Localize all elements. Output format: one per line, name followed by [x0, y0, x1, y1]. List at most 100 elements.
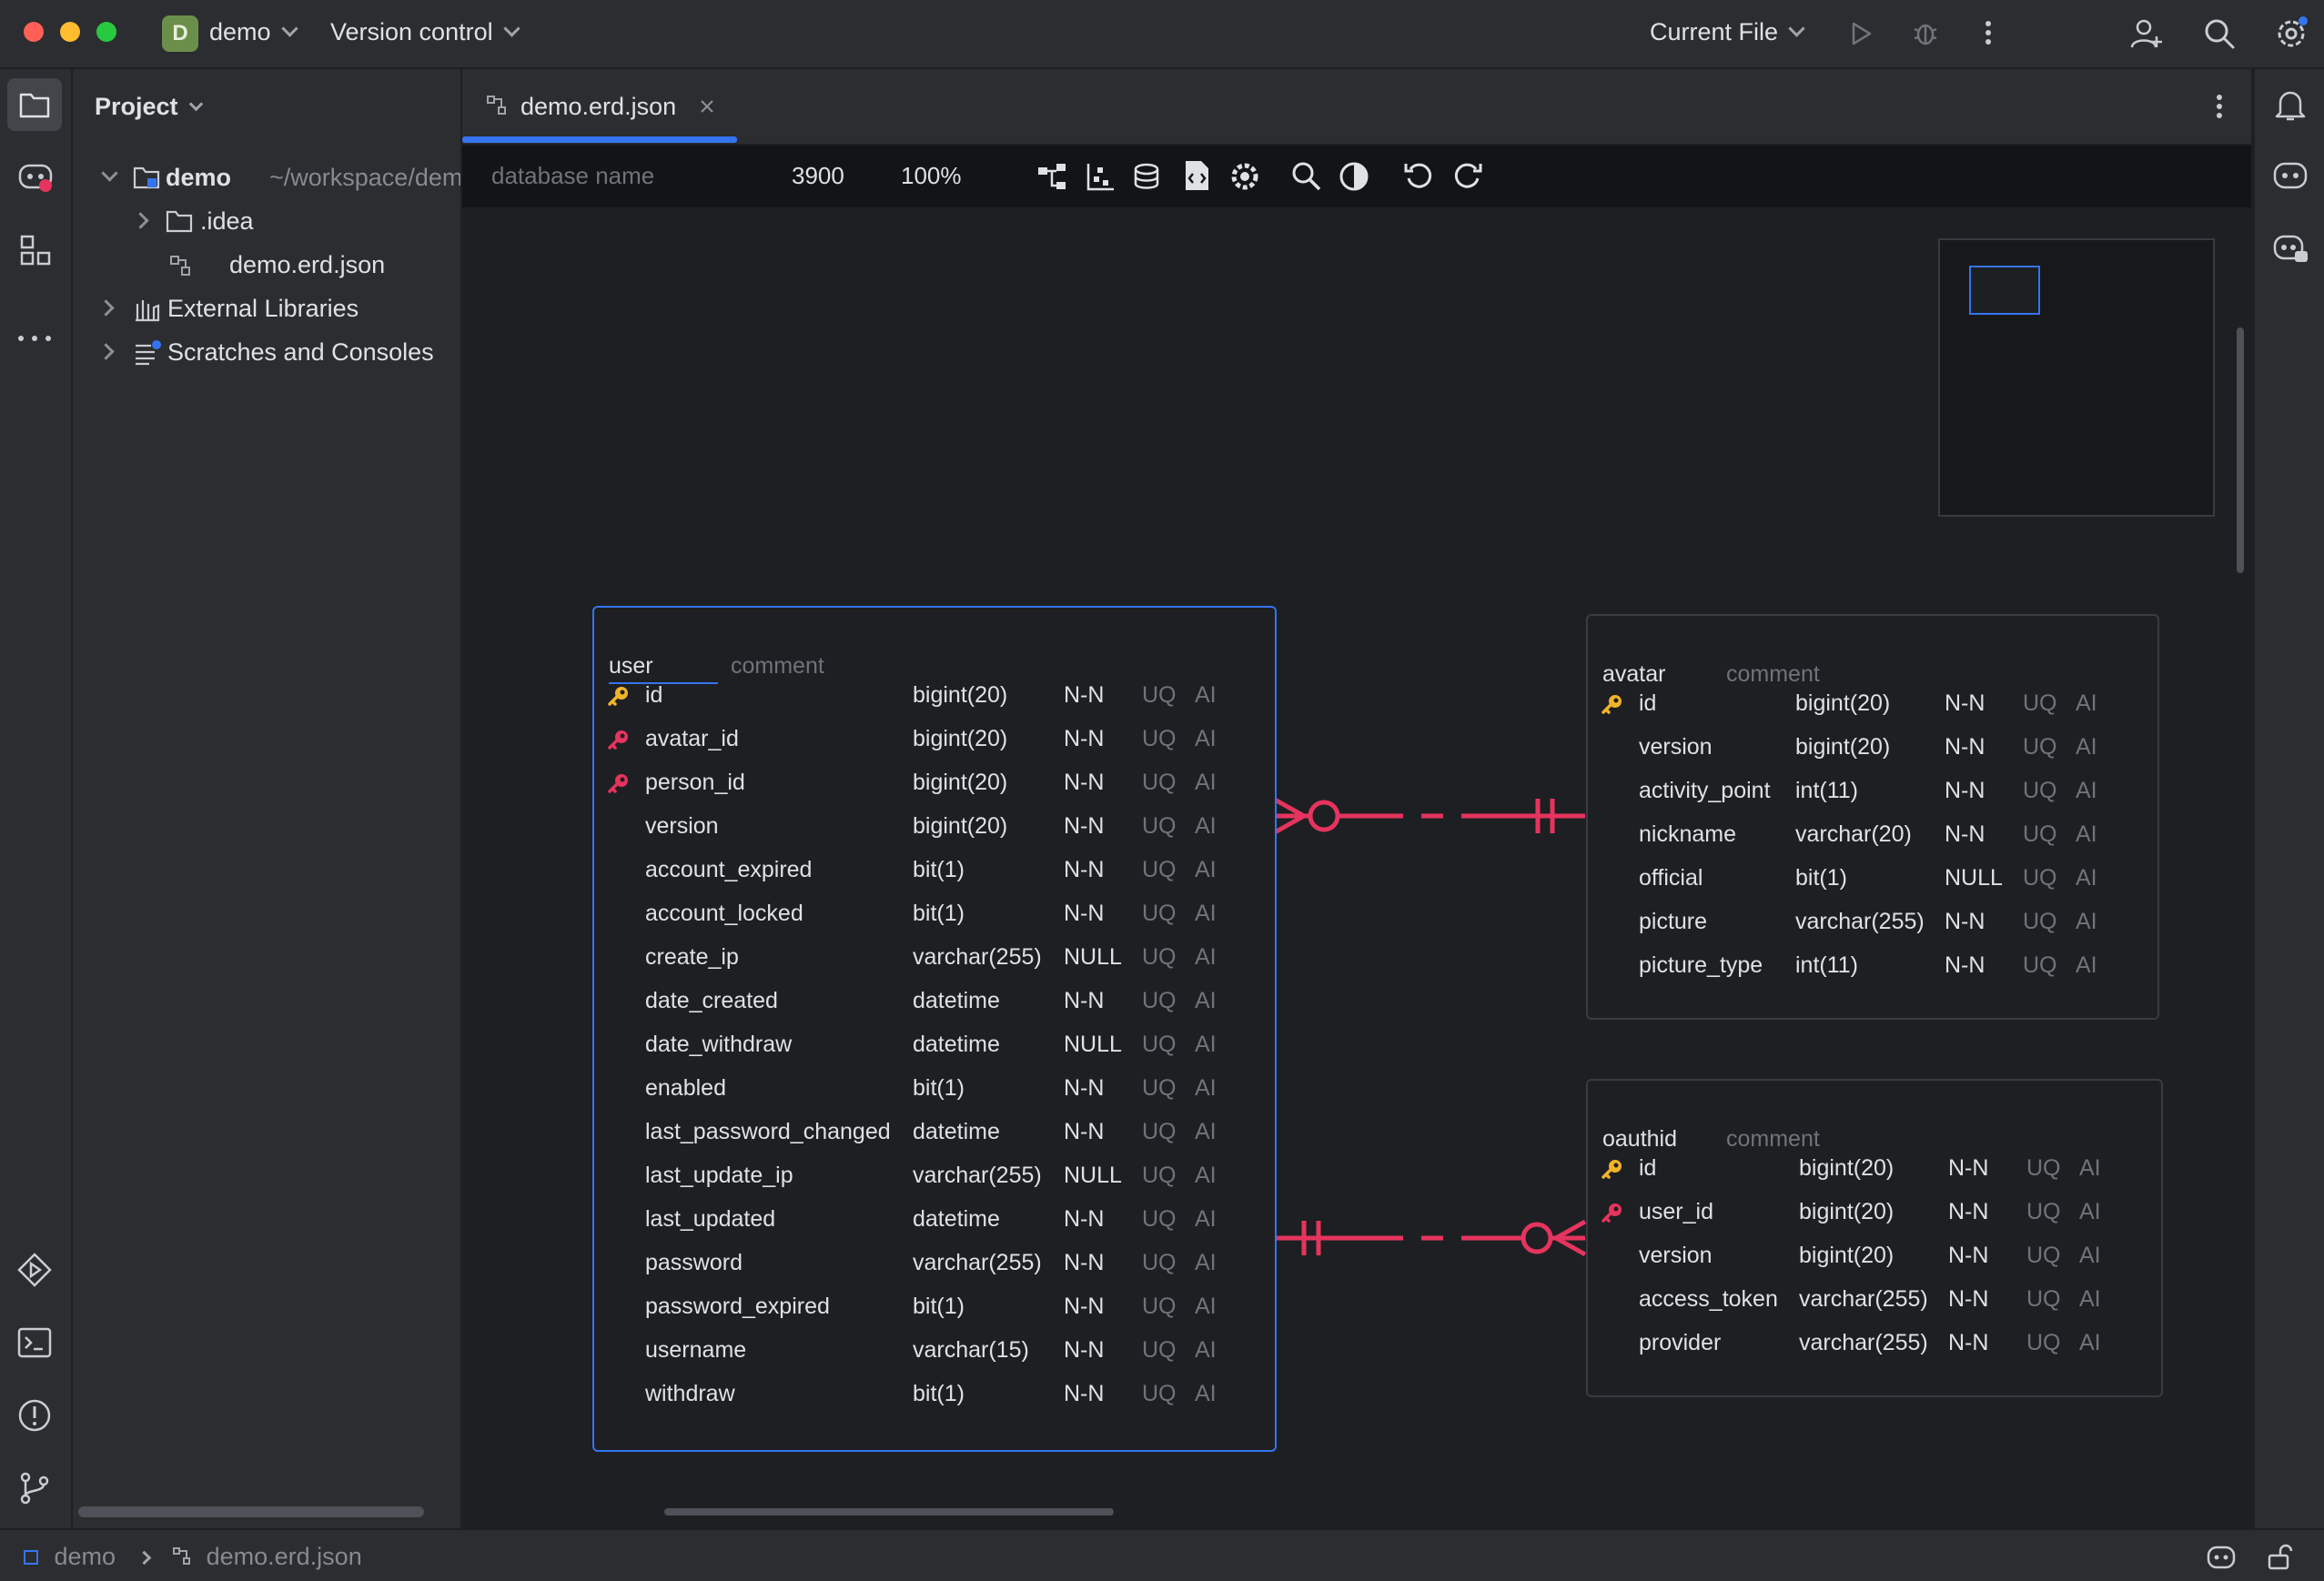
- table-user[interactable]: user comment id bigint(20) N-N UQ AI avatar_i…: [592, 606, 1277, 1452]
- table-column-row[interactable]: user_id bigint(20) N-N UQ AI: [1588, 1190, 2161, 1234]
- column-auto-increment-flag[interactable]: AI: [1195, 1328, 1217, 1372]
- table-column-row[interactable]: version bigint(20) N-N UQ AI: [594, 804, 1275, 848]
- column-name[interactable]: password_expired: [645, 1284, 830, 1328]
- column-type[interactable]: bit(1): [913, 1284, 965, 1328]
- terminal-icon[interactable]: [16, 1324, 53, 1361]
- add-user-icon[interactable]: [2129, 16, 2164, 51]
- horizontal-scrollbar[interactable]: [78, 1506, 424, 1517]
- column-name[interactable]: official: [1639, 856, 1703, 900]
- column-auto-increment-flag[interactable]: AI: [1195, 891, 1217, 935]
- column-type[interactable]: varchar(255): [913, 1153, 1042, 1197]
- minimize-window-button[interactable]: [60, 22, 80, 42]
- column-name[interactable]: last_updated: [645, 1197, 775, 1241]
- column-unique-flag[interactable]: UQ: [2026, 1146, 2061, 1190]
- column-name[interactable]: provider: [1639, 1321, 1721, 1364]
- column-name[interactable]: withdraw: [645, 1372, 735, 1415]
- git-icon[interactable]: [16, 1470, 53, 1506]
- table-column-row[interactable]: last_updated datetime N-N UQ AI: [594, 1197, 1275, 1241]
- column-unique-flag[interactable]: UQ: [1142, 717, 1177, 760]
- column-nullable[interactable]: N-N: [1948, 1190, 1988, 1234]
- notifications-icon[interactable]: [2273, 87, 2308, 124]
- close-window-button[interactable]: [24, 22, 44, 42]
- column-unique-flag[interactable]: UQ: [2023, 725, 2057, 769]
- column-name[interactable]: access_token: [1639, 1277, 1778, 1321]
- table-column-row[interactable]: official bit(1) NULL UQ AI: [1588, 856, 2157, 900]
- column-auto-increment-flag[interactable]: AI: [1195, 935, 1217, 979]
- column-nullable[interactable]: N-N: [1064, 673, 1104, 717]
- column-type[interactable]: datetime: [913, 1110, 1000, 1153]
- column-type[interactable]: bit(1): [913, 891, 965, 935]
- table-column-row[interactable]: create_ip varchar(255) NULL UQ AI: [594, 935, 1275, 979]
- project-panel-header[interactable]: Project: [95, 93, 203, 121]
- column-unique-flag[interactable]: UQ: [1142, 935, 1177, 979]
- column-auto-increment-flag[interactable]: AI: [1195, 760, 1217, 804]
- project-badge[interactable]: D: [162, 15, 198, 52]
- tab-options-icon[interactable]: [2213, 93, 2226, 120]
- column-unique-flag[interactable]: UQ: [1142, 1066, 1177, 1110]
- redo-icon[interactable]: [1450, 160, 1483, 193]
- column-auto-increment-flag[interactable]: AI: [2079, 1234, 2101, 1277]
- column-auto-increment-flag[interactable]: AI: [1195, 848, 1217, 891]
- column-nullable[interactable]: N-N: [1948, 1146, 1988, 1190]
- tree-item-erd-file[interactable]: demo.erd.json: [100, 247, 460, 284]
- erd-canvas[interactable]: user comment id bigint(20) N-N UQ AI avatar_i…: [462, 207, 2251, 1528]
- table-column-row[interactable]: access_token varchar(255) N-N UQ AI: [1588, 1277, 2161, 1321]
- column-type[interactable]: bigint(20): [1799, 1234, 1894, 1277]
- table-column-row[interactable]: picture_type int(11) N-N UQ AI: [1588, 943, 2157, 987]
- column-type[interactable]: varchar(255): [1799, 1277, 1928, 1321]
- column-auto-increment-flag[interactable]: AI: [2079, 1321, 2101, 1364]
- table-column-row[interactable]: avatar_id bigint(20) N-N UQ AI: [594, 717, 1275, 760]
- copilot-chat-icon[interactable]: [2271, 229, 2309, 266]
- column-unique-flag[interactable]: UQ: [1142, 1110, 1177, 1153]
- database-name-input[interactable]: database name: [491, 162, 654, 190]
- column-auto-increment-flag[interactable]: AI: [1195, 979, 1217, 1022]
- column-nullable[interactable]: NULL: [1945, 856, 2003, 900]
- find-icon[interactable]: [1290, 160, 1323, 193]
- table-column-row[interactable]: password_expired bit(1) N-N UQ AI: [594, 1284, 1275, 1328]
- auto-layout-icon[interactable]: [1085, 160, 1117, 193]
- column-type[interactable]: bigint(20): [913, 717, 1007, 760]
- column-name[interactable]: enabled: [645, 1066, 726, 1110]
- settings-icon[interactable]: [2273, 15, 2309, 52]
- column-nullable[interactable]: N-N: [1064, 717, 1104, 760]
- column-unique-flag[interactable]: UQ: [1142, 1022, 1177, 1066]
- column-unique-flag[interactable]: UQ: [2023, 769, 2057, 812]
- column-nullable[interactable]: N-N: [1945, 725, 1985, 769]
- table-column-row[interactable]: account_locked bit(1) N-N UQ AI: [594, 891, 1275, 935]
- column-nullable[interactable]: NULL: [1064, 1022, 1122, 1066]
- table-column-row[interactable]: date_created datetime N-N UQ AI: [594, 979, 1275, 1022]
- project-switcher[interactable]: demo: [209, 18, 298, 46]
- column-name[interactable]: version: [1639, 1234, 1713, 1277]
- column-type[interactable]: varchar(255): [913, 1241, 1042, 1284]
- version-control-menu[interactable]: Version control: [330, 18, 520, 46]
- column-name[interactable]: date_created: [645, 979, 778, 1022]
- column-type[interactable]: bigint(20): [1795, 681, 1890, 725]
- column-type[interactable]: bigint(20): [913, 673, 1007, 717]
- column-unique-flag[interactable]: UQ: [2023, 681, 2057, 725]
- table-column-row[interactable]: version bigint(20) N-N UQ AI: [1588, 1234, 2161, 1277]
- column-name[interactable]: id: [1639, 1146, 1656, 1190]
- column-type[interactable]: varchar(255): [1795, 900, 1925, 943]
- column-unique-flag[interactable]: UQ: [1142, 673, 1177, 717]
- column-nullable[interactable]: NULL: [1064, 1153, 1122, 1197]
- column-nullable[interactable]: N-N: [1945, 769, 1985, 812]
- column-unique-flag[interactable]: UQ: [1142, 891, 1177, 935]
- export-code-icon[interactable]: [1181, 158, 1214, 193]
- column-auto-increment-flag[interactable]: AI: [1195, 1066, 1217, 1110]
- column-nullable[interactable]: N-N: [1948, 1234, 1988, 1277]
- column-name[interactable]: id: [645, 673, 662, 717]
- tree-item-demo[interactable]: demo ~/workspace/demo: [100, 160, 460, 196]
- column-unique-flag[interactable]: UQ: [1142, 1284, 1177, 1328]
- run-icon[interactable]: [1847, 20, 1874, 47]
- column-type[interactable]: bigint(20): [913, 804, 1007, 848]
- column-name[interactable]: password: [645, 1241, 743, 1284]
- column-auto-increment-flag[interactable]: AI: [1195, 1110, 1217, 1153]
- column-unique-flag[interactable]: UQ: [2026, 1321, 2061, 1364]
- column-name[interactable]: picture_type: [1639, 943, 1763, 987]
- column-unique-flag[interactable]: UQ: [2026, 1234, 2061, 1277]
- column-type[interactable]: varchar(15): [913, 1328, 1029, 1372]
- column-nullable[interactable]: N-N: [1064, 1197, 1104, 1241]
- column-auto-increment-flag[interactable]: AI: [2076, 812, 2097, 856]
- column-type[interactable]: bigint(20): [1795, 725, 1890, 769]
- column-auto-increment-flag[interactable]: AI: [2079, 1277, 2101, 1321]
